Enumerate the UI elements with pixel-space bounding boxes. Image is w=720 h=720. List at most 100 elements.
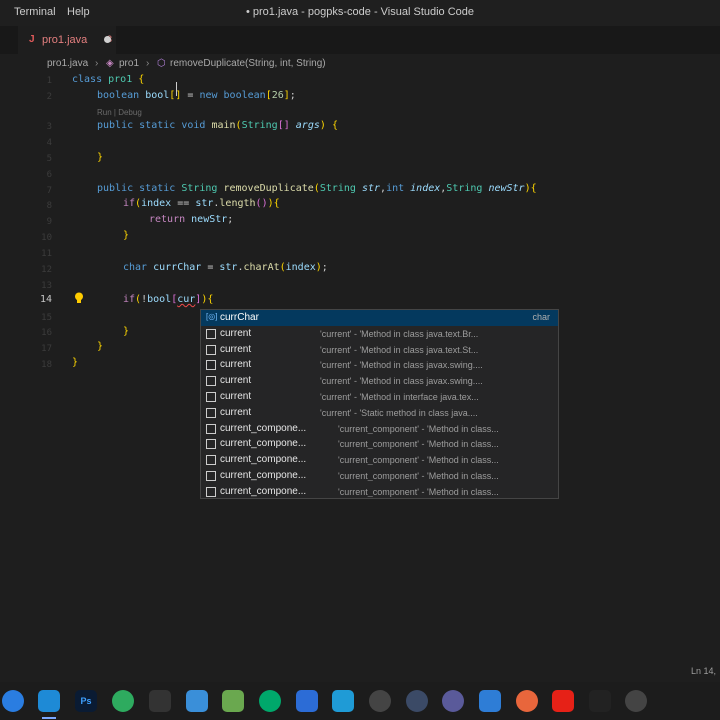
app-icon[interactable]: [259, 690, 281, 712]
suggestion-item[interactable]: current 'current' - 'Method in class java…: [201, 326, 558, 342]
app-icon[interactable]: [442, 690, 464, 712]
app-icon[interactable]: [552, 690, 574, 712]
suggestion-item[interactable]: current_compone... 'current_component' - …: [201, 452, 558, 468]
line-number: 6: [46, 170, 52, 180]
text-snippet-icon: [206, 439, 216, 450]
app-icon[interactable]: [369, 690, 391, 712]
suggestion-label: current: [220, 375, 252, 387]
taskbar: Ps: [0, 682, 720, 720]
suggestion-detail: 'current' - 'Method in class java.text.S…: [320, 344, 479, 355]
code-line-17[interactable]: }: [97, 341, 103, 352]
line-number-active: 14: [39, 294, 52, 305]
app-icon[interactable]: [479, 690, 501, 712]
code-line-16[interactable]: }: [123, 326, 129, 337]
code-line-2[interactable]: boolean bool[] = new boolean[26];: [97, 90, 296, 101]
app-icon[interactable]: [406, 690, 428, 712]
title-bar: Terminal Help • pro1.java - pogpks-code …: [0, 0, 720, 26]
line-number: 1: [46, 76, 52, 86]
variable-icon: [◎]: [206, 312, 218, 321]
line-number: 13: [41, 281, 52, 291]
vscode-icon[interactable]: [38, 690, 60, 712]
lightbulb-icon[interactable]: [74, 292, 84, 304]
text-snippet-icon: [206, 455, 216, 466]
text-snippet-icon: [206, 423, 216, 434]
breadcrumb-file[interactable]: pro1.java: [47, 58, 88, 69]
line-number: 15: [41, 313, 52, 323]
text-snippet-icon: [206, 376, 216, 387]
suggestion-label: current_compone...: [220, 422, 307, 434]
suggestion-item[interactable]: current_compone... 'current_component' - …: [201, 484, 558, 500]
mouse-ibeam-cursor: [176, 82, 177, 96]
suggestion-item[interactable]: current 'current' - 'Method in class java…: [201, 373, 558, 389]
suggestion-item[interactable]: current 'current' - 'Method in class java…: [201, 342, 558, 358]
code-line-3[interactable]: public static void main(String[] args) {: [97, 120, 338, 131]
app-icon[interactable]: [332, 690, 354, 712]
suggestion-label: current: [220, 391, 252, 402]
cursor-position-status[interactable]: Ln 14,: [691, 666, 716, 676]
line-number: 17: [41, 344, 52, 354]
suggestion-label: current_compone...: [220, 470, 307, 481]
suggestion-label: current_compone...: [220, 438, 307, 450]
text-snippet-icon: [206, 486, 216, 497]
suggestion-detail: 'current' - 'Method in interface java.te…: [320, 392, 479, 402]
codelens-run-debug[interactable]: Run | Debug: [97, 108, 142, 117]
text-snippet-icon: [206, 328, 216, 339]
text-snippet-icon: [206, 471, 216, 481]
app-icon[interactable]: [149, 690, 171, 712]
suggestion-detail: 'current_component' - 'Method in class..…: [338, 423, 499, 434]
suggestion-item[interactable]: current_compone... 'current_component' - …: [201, 436, 558, 452]
line-number: 7: [46, 186, 52, 196]
app-icon[interactable]: [589, 690, 611, 712]
line-number: 12: [41, 265, 52, 275]
text-snippet-icon: [206, 392, 216, 402]
suggestion-label: current: [220, 406, 252, 418]
suggestion-detail: 'current' - 'Method in class java.text.B…: [320, 328, 479, 339]
breadcrumb-class[interactable]: pro1: [119, 58, 139, 69]
unsaved-dot-icon[interactable]: [104, 36, 111, 43]
suggestion-label: current_compone...: [220, 454, 307, 466]
line-number: 11: [41, 249, 52, 259]
app-icon[interactable]: [625, 690, 647, 712]
code-line-8[interactable]: if(index == str.length()){: [123, 198, 280, 209]
breadcrumb: pro1.java › ◈ pro1 › ⬡ removeDuplicate(S…: [0, 54, 720, 74]
chevron-right-icon: ›: [146, 58, 150, 69]
app-icon[interactable]: [296, 690, 318, 712]
line-number: 9: [46, 217, 52, 227]
app-icon[interactable]: [186, 690, 208, 712]
text-snippet-icon: [206, 344, 216, 355]
suggestion-item[interactable]: current 'current' - 'Method in class java…: [201, 357, 558, 373]
line-number: 5: [46, 154, 52, 164]
suggestion-label: currChar: [220, 312, 259, 323]
suggestion-item[interactable]: current 'current' - 'Method in interface …: [201, 389, 558, 405]
tab-pro1-java[interactable]: J pro1.java 3: [18, 26, 116, 54]
code-line-7[interactable]: public static String removeDuplicate(Str…: [97, 183, 537, 194]
app-icon[interactable]: [222, 690, 244, 712]
photoshop-icon[interactable]: Ps: [75, 690, 97, 712]
suggestion-item[interactable]: current 'current' - 'Static method in cla…: [201, 405, 558, 421]
code-line-12[interactable]: char currChar = str.charAt(index);: [123, 262, 328, 273]
app-icon[interactable]: [516, 690, 538, 712]
text-snippet-icon: [206, 407, 216, 418]
suggestion-detail: 'current' - 'Method in class javax.swing…: [320, 376, 483, 387]
code-line-10[interactable]: }: [123, 230, 129, 241]
suggestion-label: current: [220, 359, 252, 371]
class-icon: ◈: [106, 58, 114, 69]
breadcrumb-method[interactable]: removeDuplicate(String, int, String): [170, 58, 326, 69]
suggestion-detail: 'current' - 'Method in class javax.swing…: [320, 360, 483, 371]
suggestion-label: current_compone...: [220, 485, 307, 497]
autocomplete-suggestions: [◎] currChar char current 'current' - 'Metho…: [200, 309, 559, 499]
suggestion-item[interactable]: [◎] currChar char: [201, 310, 558, 326]
suggestion-item[interactable]: current_compone... 'current_component' - …: [201, 468, 558, 484]
app-icon[interactable]: [112, 690, 134, 712]
code-line-18[interactable]: }: [72, 357, 78, 368]
code-line-5[interactable]: }: [97, 152, 103, 163]
code-line-1[interactable]: class pro1 {: [72, 74, 144, 85]
code-line-14[interactable]: if(!bool[cur]){: [123, 294, 213, 305]
java-icon: J: [29, 34, 35, 45]
tab-label: pro1.java: [42, 34, 88, 46]
code-line-9[interactable]: return newStr;: [149, 214, 233, 225]
active-app-indicator: [42, 717, 56, 719]
chrome-icon[interactable]: [2, 690, 24, 712]
suggestion-item[interactable]: current_compone... 'current_component' - …: [201, 421, 558, 437]
line-number: 8: [46, 201, 52, 211]
